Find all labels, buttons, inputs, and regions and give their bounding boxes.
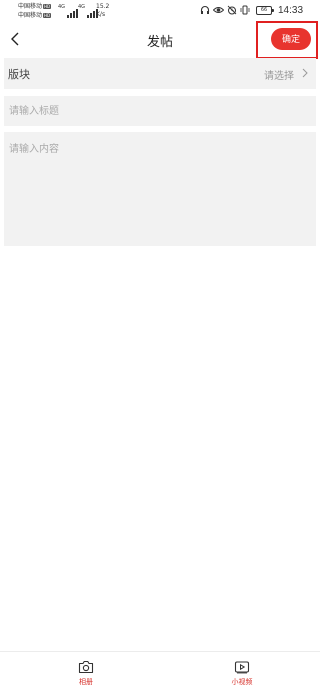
video-icon — [234, 661, 250, 674]
title-input[interactable] — [4, 96, 316, 126]
board-label: 版块 — [8, 68, 30, 81]
carrier-2: 中国移动 HD — [18, 12, 52, 19]
highlight-annotation — [256, 21, 318, 59]
short-video-button[interactable]: 小视频 — [217, 660, 267, 687]
alarm-icon — [227, 5, 237, 15]
eye-icon — [213, 7, 224, 13]
status-icons — [200, 5, 250, 15]
clock: 14:33 — [278, 5, 304, 16]
board-value: 请选择 — [264, 71, 294, 82]
signal-icon: 4G — [58, 4, 79, 18]
bottom-toolbar: 相册 小视频 — [0, 651, 320, 693]
album-label: 相册 — [79, 678, 93, 686]
headphones-icon — [200, 5, 210, 14]
camera-icon — [78, 660, 94, 674]
album-button[interactable]: 相册 — [61, 660, 111, 687]
battery-icon: 66 — [256, 6, 274, 15]
vibrate-icon — [240, 5, 250, 15]
short-video-label: 小视频 — [231, 678, 253, 686]
content-input[interactable] — [4, 132, 316, 246]
network-speed: 15.2 K/s — [96, 3, 110, 18]
board-select[interactable]: 版块 请选择 — [4, 58, 316, 89]
carrier-1: 中国移动 HD — [18, 3, 52, 10]
status-bar: 中国移动 HD 中国移动 HD 4G 4G 15.2 K/s 66 14:33 — [0, 0, 320, 22]
chevron-right-icon — [302, 68, 308, 78]
